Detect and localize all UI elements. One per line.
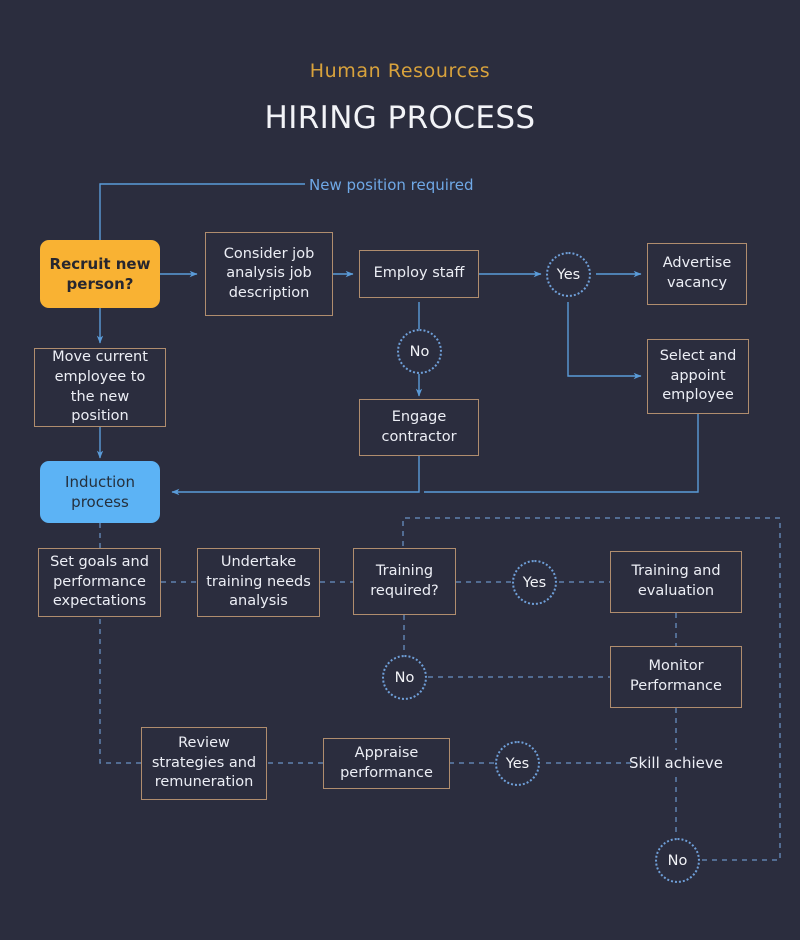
node-recruit-new-person[interactable]: Recruit new person? (40, 240, 160, 308)
node-set-goals[interactable]: Set goals and performance expectations (38, 548, 161, 617)
edge-label-new-position-required: New position required (309, 176, 474, 194)
node-select-appoint-employee[interactable]: Select and appoint employee (647, 339, 749, 414)
decision-yes-training-required[interactable]: Yes (512, 560, 557, 605)
node-monitor-performance[interactable]: Monitor Performance (610, 646, 742, 708)
node-induction-process[interactable]: Induction process (40, 461, 160, 523)
flowchart-canvas: Human Resources HIRING PROCESS Recruit n… (0, 0, 800, 940)
node-move-current-employee[interactable]: Move current employee to the new positio… (34, 348, 166, 427)
node-review-strategies[interactable]: Review strategies and remuneration (141, 727, 267, 800)
decision-no-employ-staff[interactable]: No (397, 329, 442, 374)
decision-no-skill-achieve[interactable]: No (655, 838, 700, 883)
node-advertise-vacancy[interactable]: Advertise vacancy (647, 243, 747, 305)
node-engage-contractor[interactable]: Engage contractor (359, 399, 479, 456)
decision-no-training-required[interactable]: No (382, 655, 427, 700)
node-employ-staff[interactable]: Employ staff (359, 250, 479, 298)
node-skill-achieve: Skill achieve (629, 753, 723, 772)
decision-yes-appraise[interactable]: Yes (495, 741, 540, 786)
node-training-and-evaluation[interactable]: Training and evaluation (610, 551, 742, 613)
node-undertake-training[interactable]: Undertake training needs analysis (197, 548, 320, 617)
node-consider-job-analysis[interactable]: Consider job analysis job description (205, 232, 333, 316)
node-training-required[interactable]: Training required? (353, 548, 456, 615)
diagram-subtitle: Human Resources (309, 60, 491, 82)
decision-yes-employ-staff[interactable]: Yes (546, 252, 591, 297)
diagram-title: HIRING PROCESS (264, 100, 536, 136)
node-appraise-performance[interactable]: Appraise performance (323, 738, 450, 789)
